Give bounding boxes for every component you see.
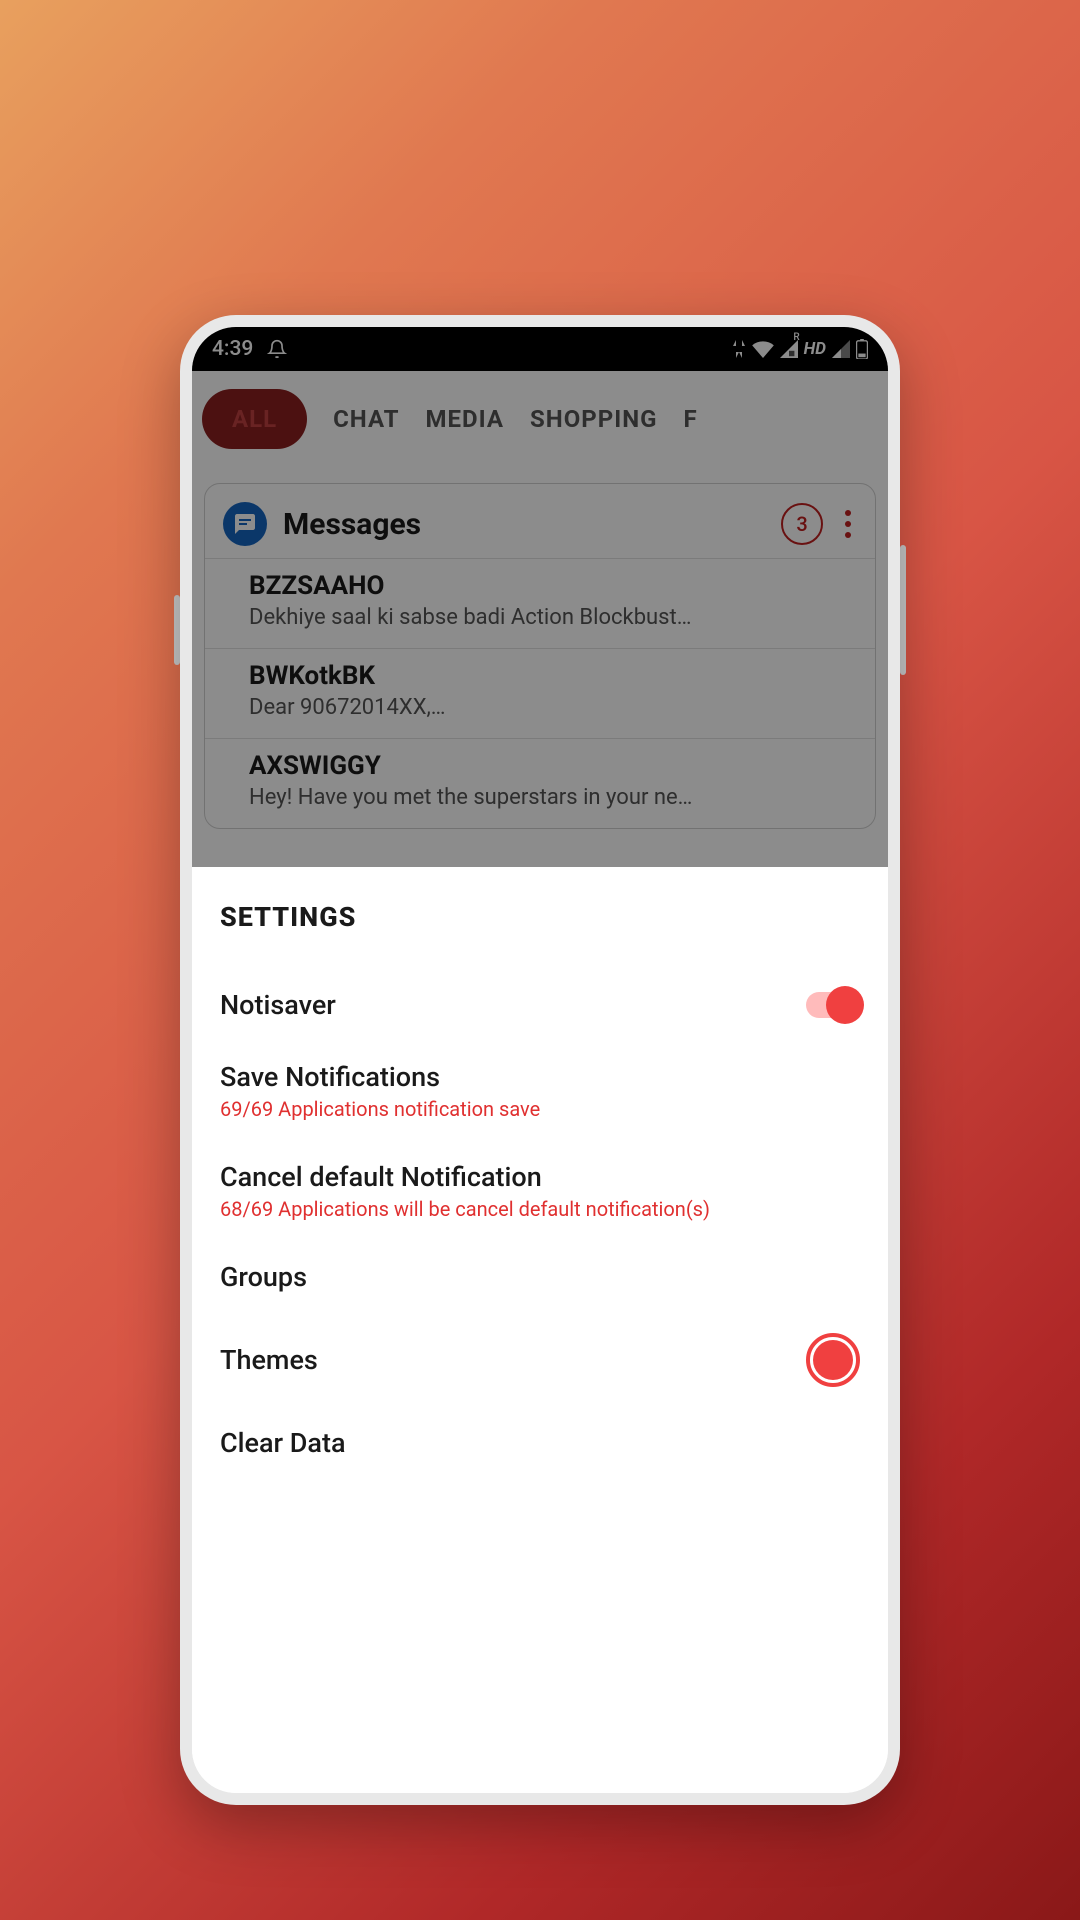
phone-body: 4:39 R — [180, 315, 900, 1805]
list-item[interactable]: AXSWIGGY Hey! Have you met the superstar… — [205, 738, 875, 828]
data-sync-icon — [732, 340, 746, 358]
wifi-icon — [752, 340, 774, 358]
signal-icon — [832, 340, 850, 358]
background-content: 4:39 R — [192, 327, 888, 867]
setting-label: Clear Data — [220, 1427, 346, 1459]
theme-color-chip[interactable] — [806, 1333, 860, 1387]
toggle-switch[interactable] — [806, 992, 860, 1018]
phone-frame: 4:39 R — [180, 315, 900, 1805]
app-name: Messages — [283, 507, 765, 542]
msg-sender: BWKotkBK — [249, 661, 857, 691]
setting-label: Save Notifications — [220, 1061, 440, 1093]
tab-all[interactable]: ALL — [202, 389, 307, 449]
msg-sender: AXSWIGGY — [249, 751, 857, 781]
list-item[interactable]: BZZSAAHO Dekhiye saal ki sabse badi Acti… — [205, 558, 875, 648]
hd-label: HD — [804, 339, 826, 359]
messages-app-icon — [223, 502, 267, 546]
msg-preview: Hey! Have you met the superstars in your… — [249, 785, 857, 810]
setting-save-notifications[interactable]: Save Notifications 69/69 Applications no… — [220, 1041, 860, 1141]
count-badge: 3 — [781, 503, 823, 545]
settings-panel: SETTINGS Notisaver Save Notifications 69… — [192, 867, 888, 1793]
theme-color-inner — [813, 1340, 853, 1380]
messages-card: Messages 3 BZZSAAHO Dekhiye saal ki sabs… — [204, 483, 876, 829]
bell-icon — [267, 339, 287, 359]
card-header: Messages 3 — [205, 484, 875, 558]
side-button-right — [900, 545, 906, 675]
msg-sender: BZZSAAHO — [249, 571, 857, 601]
msg-preview: Dekhiye saal ki sabse badi Action Blockb… — [249, 605, 857, 630]
status-bar: 4:39 R — [192, 327, 888, 371]
setting-label: Notisaver — [220, 989, 336, 1021]
signal-roaming-icon: R — [780, 340, 798, 358]
setting-label: Themes — [220, 1344, 318, 1376]
tab-partial[interactable]: F — [684, 405, 698, 433]
settings-heading: SETTINGS — [220, 901, 860, 933]
setting-notisaver[interactable]: Notisaver — [220, 969, 860, 1041]
more-icon[interactable] — [839, 510, 857, 538]
setting-subtitle: 69/69 Applications notification save — [220, 1097, 540, 1121]
toggle-knob — [826, 986, 864, 1024]
setting-label: Cancel default Notification — [220, 1161, 542, 1193]
msg-preview: Dear 90672014XX,… — [249, 695, 857, 720]
tab-shopping[interactable]: SHOPPING — [530, 405, 658, 433]
setting-groups[interactable]: Groups — [220, 1241, 860, 1313]
setting-themes[interactable]: Themes — [220, 1313, 860, 1407]
battery-icon — [856, 339, 868, 359]
setting-clear-data[interactable]: Clear Data — [220, 1407, 860, 1479]
tab-media[interactable]: MEDIA — [426, 405, 504, 433]
tab-chat[interactable]: CHAT — [333, 405, 399, 433]
list-item[interactable]: BWKotkBK Dear 90672014XX,… — [205, 648, 875, 738]
tabs-row: ALL CHAT MEDIA SHOPPING F — [192, 371, 888, 467]
setting-subtitle: 68/69 Applications will be cancel defaul… — [220, 1197, 710, 1221]
setting-cancel-notification[interactable]: Cancel default Notification 68/69 Applic… — [220, 1141, 860, 1241]
setting-label: Groups — [220, 1261, 307, 1293]
screen: 4:39 R — [192, 327, 888, 1793]
status-time: 4:39 — [212, 337, 253, 361]
